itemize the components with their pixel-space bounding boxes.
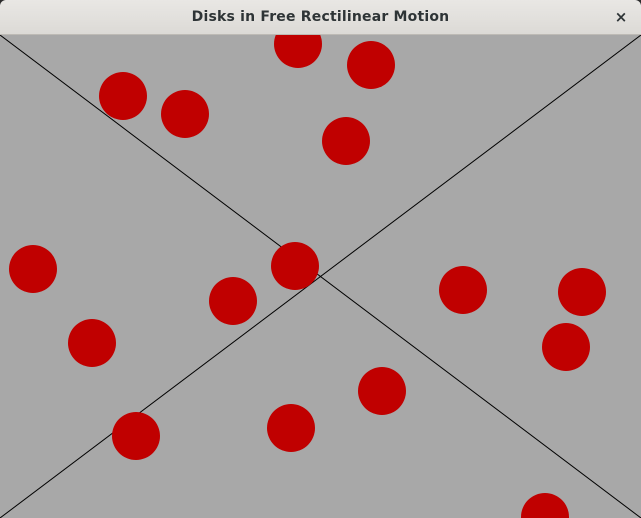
disks-scene [0,35,641,518]
disk [322,117,370,165]
disk [9,245,57,293]
disk [99,72,147,120]
disk [271,242,319,290]
drawing-canvas [0,35,641,518]
close-icon: × [614,8,628,26]
close-button[interactable]: × [609,6,633,28]
disk [267,404,315,452]
disk [161,90,209,138]
disk [542,323,590,371]
window-title: Disks in Free Rectilinear Motion [191,9,450,25]
disk [521,493,569,518]
disk [68,319,116,367]
title-bar[interactable]: Disks in Free Rectilinear Motion × [0,0,641,35]
disk [558,268,606,316]
disk [112,412,160,460]
disk [439,266,487,314]
app-window: Disks in Free Rectilinear Motion × [0,0,641,518]
disk [347,41,395,89]
disk [209,277,257,325]
disk [358,367,406,415]
disk [274,35,322,68]
